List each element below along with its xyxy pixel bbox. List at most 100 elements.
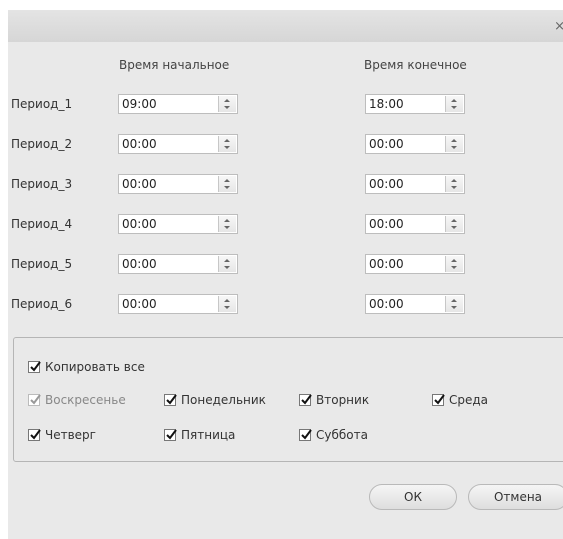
spin-down-icon[interactable] bbox=[224, 106, 230, 109]
checkbox-box[interactable] bbox=[164, 394, 177, 406]
spin-up-icon[interactable] bbox=[451, 259, 457, 262]
start-time-value: 00:00 bbox=[122, 137, 157, 151]
copy-all-label: Копировать все bbox=[45, 360, 145, 374]
spin-down-icon[interactable] bbox=[224, 186, 230, 189]
check-icon bbox=[301, 429, 312, 440]
day-label: Суббота bbox=[316, 428, 368, 442]
checkbox-box[interactable] bbox=[432, 394, 445, 406]
spin-up-icon[interactable] bbox=[451, 219, 457, 222]
spin-buttons[interactable] bbox=[445, 216, 463, 232]
end-time-spinbox[interactable]: 00:00 bbox=[365, 134, 465, 154]
end-time-value: 18:00 bbox=[369, 97, 404, 111]
spin-up-icon[interactable] bbox=[451, 139, 457, 142]
start-time-spinbox[interactable]: 00:00 bbox=[118, 214, 238, 234]
start-time-value: 00:00 bbox=[122, 297, 157, 311]
period-label: Период_3 bbox=[11, 177, 73, 191]
checkbox-box[interactable] bbox=[28, 429, 41, 441]
spin-buttons[interactable] bbox=[218, 296, 236, 312]
start-time-value: 09:00 bbox=[122, 97, 157, 111]
day-checkbox[interactable]: Четверг bbox=[28, 428, 96, 442]
day-checkbox[interactable]: Пятница bbox=[164, 428, 235, 442]
end-time-value: 00:00 bbox=[369, 297, 404, 311]
spin-down-icon[interactable] bbox=[451, 146, 457, 149]
end-time-spinbox[interactable]: 00:00 bbox=[365, 174, 465, 194]
spin-down-icon[interactable] bbox=[451, 226, 457, 229]
check-icon bbox=[166, 429, 177, 440]
spin-up-icon[interactable] bbox=[224, 179, 230, 182]
spin-up-icon[interactable] bbox=[451, 99, 457, 102]
start-time-spinbox[interactable]: 00:00 bbox=[118, 134, 238, 154]
check-icon bbox=[166, 394, 177, 405]
cancel-button[interactable]: Отмена bbox=[468, 484, 563, 510]
spin-down-icon[interactable] bbox=[451, 186, 457, 189]
period-label: Период_1 bbox=[11, 97, 73, 111]
spin-up-icon[interactable] bbox=[224, 259, 230, 262]
spin-down-icon[interactable] bbox=[224, 306, 230, 309]
spin-up-icon[interactable] bbox=[224, 139, 230, 142]
copy-all-checkbox[interactable]: Копировать все bbox=[28, 360, 145, 374]
day-checkbox[interactable]: Среда bbox=[432, 393, 488, 407]
day-checkbox[interactable]: Суббота bbox=[299, 428, 368, 442]
spin-up-icon[interactable] bbox=[451, 299, 457, 302]
start-time-spinbox[interactable]: 00:00 bbox=[118, 174, 238, 194]
start-time-spinbox[interactable]: 00:00 bbox=[118, 254, 238, 274]
spin-buttons[interactable] bbox=[218, 176, 236, 192]
spin-buttons[interactable] bbox=[218, 216, 236, 232]
end-time-spinbox[interactable]: 00:00 bbox=[365, 294, 465, 314]
checkbox-box[interactable] bbox=[299, 394, 312, 406]
start-time-value: 00:00 bbox=[122, 217, 157, 231]
spin-buttons[interactable] bbox=[218, 96, 236, 112]
end-time-spinbox[interactable]: 18:00 bbox=[365, 94, 465, 114]
period-label: Период_6 bbox=[11, 297, 73, 311]
ok-button[interactable]: ОК bbox=[369, 484, 457, 510]
close-button[interactable]: × bbox=[554, 19, 563, 34]
end-time-spinbox[interactable]: 00:00 bbox=[365, 254, 465, 274]
end-time-value: 00:00 bbox=[369, 257, 404, 271]
day-label: Пятница bbox=[181, 428, 236, 442]
spin-down-icon[interactable] bbox=[224, 266, 230, 269]
spin-buttons[interactable] bbox=[445, 136, 463, 152]
end-time-header: Время конечное bbox=[364, 58, 467, 72]
checkbox-box[interactable] bbox=[164, 429, 177, 441]
day-label: Понедельник bbox=[181, 393, 266, 407]
period-label: Период_5 bbox=[11, 257, 73, 271]
day-label: Четверг bbox=[45, 428, 96, 442]
schedule-dialog: × Время начальное Время конечное Период_… bbox=[8, 10, 563, 539]
spin-buttons[interactable] bbox=[445, 176, 463, 192]
day-checkbox[interactable]: Понедельник bbox=[164, 393, 266, 407]
spin-down-icon[interactable] bbox=[224, 226, 230, 229]
spin-down-icon[interactable] bbox=[451, 266, 457, 269]
check-icon bbox=[434, 394, 445, 405]
spin-down-icon[interactable] bbox=[451, 106, 457, 109]
spin-up-icon[interactable] bbox=[451, 179, 457, 182]
day-checkbox[interactable]: Воскресенье bbox=[28, 393, 126, 407]
end-time-spinbox[interactable]: 00:00 bbox=[365, 214, 465, 234]
spin-buttons[interactable] bbox=[445, 296, 463, 312]
spin-buttons[interactable] bbox=[218, 136, 236, 152]
spin-up-icon[interactable] bbox=[224, 99, 230, 102]
start-time-spinbox[interactable]: 09:00 bbox=[118, 94, 238, 114]
day-label: Среда bbox=[449, 393, 489, 407]
spin-down-icon[interactable] bbox=[224, 146, 230, 149]
spin-buttons[interactable] bbox=[445, 96, 463, 112]
checkbox-box[interactable] bbox=[299, 429, 312, 441]
end-time-value: 00:00 bbox=[369, 177, 404, 191]
start-time-header: Время начальное bbox=[119, 58, 230, 72]
check-icon bbox=[30, 429, 41, 440]
spin-up-icon[interactable] bbox=[224, 219, 230, 222]
spin-buttons[interactable] bbox=[218, 256, 236, 272]
start-time-spinbox[interactable]: 00:00 bbox=[118, 294, 238, 314]
spin-down-icon[interactable] bbox=[451, 306, 457, 309]
day-label: Вторник bbox=[316, 393, 370, 407]
check-icon bbox=[301, 394, 312, 405]
spin-buttons[interactable] bbox=[445, 256, 463, 272]
checkbox-box[interactable] bbox=[28, 361, 41, 373]
end-time-value: 00:00 bbox=[369, 137, 404, 151]
spin-up-icon[interactable] bbox=[224, 299, 230, 302]
period-label: Период_2 bbox=[11, 137, 73, 151]
checkbox-box[interactable] bbox=[28, 394, 41, 406]
day-label: Воскресенье bbox=[45, 393, 126, 407]
day-checkbox[interactable]: Вторник bbox=[299, 393, 369, 407]
title-bar: × bbox=[8, 10, 563, 42]
start-time-value: 00:00 bbox=[122, 177, 157, 191]
